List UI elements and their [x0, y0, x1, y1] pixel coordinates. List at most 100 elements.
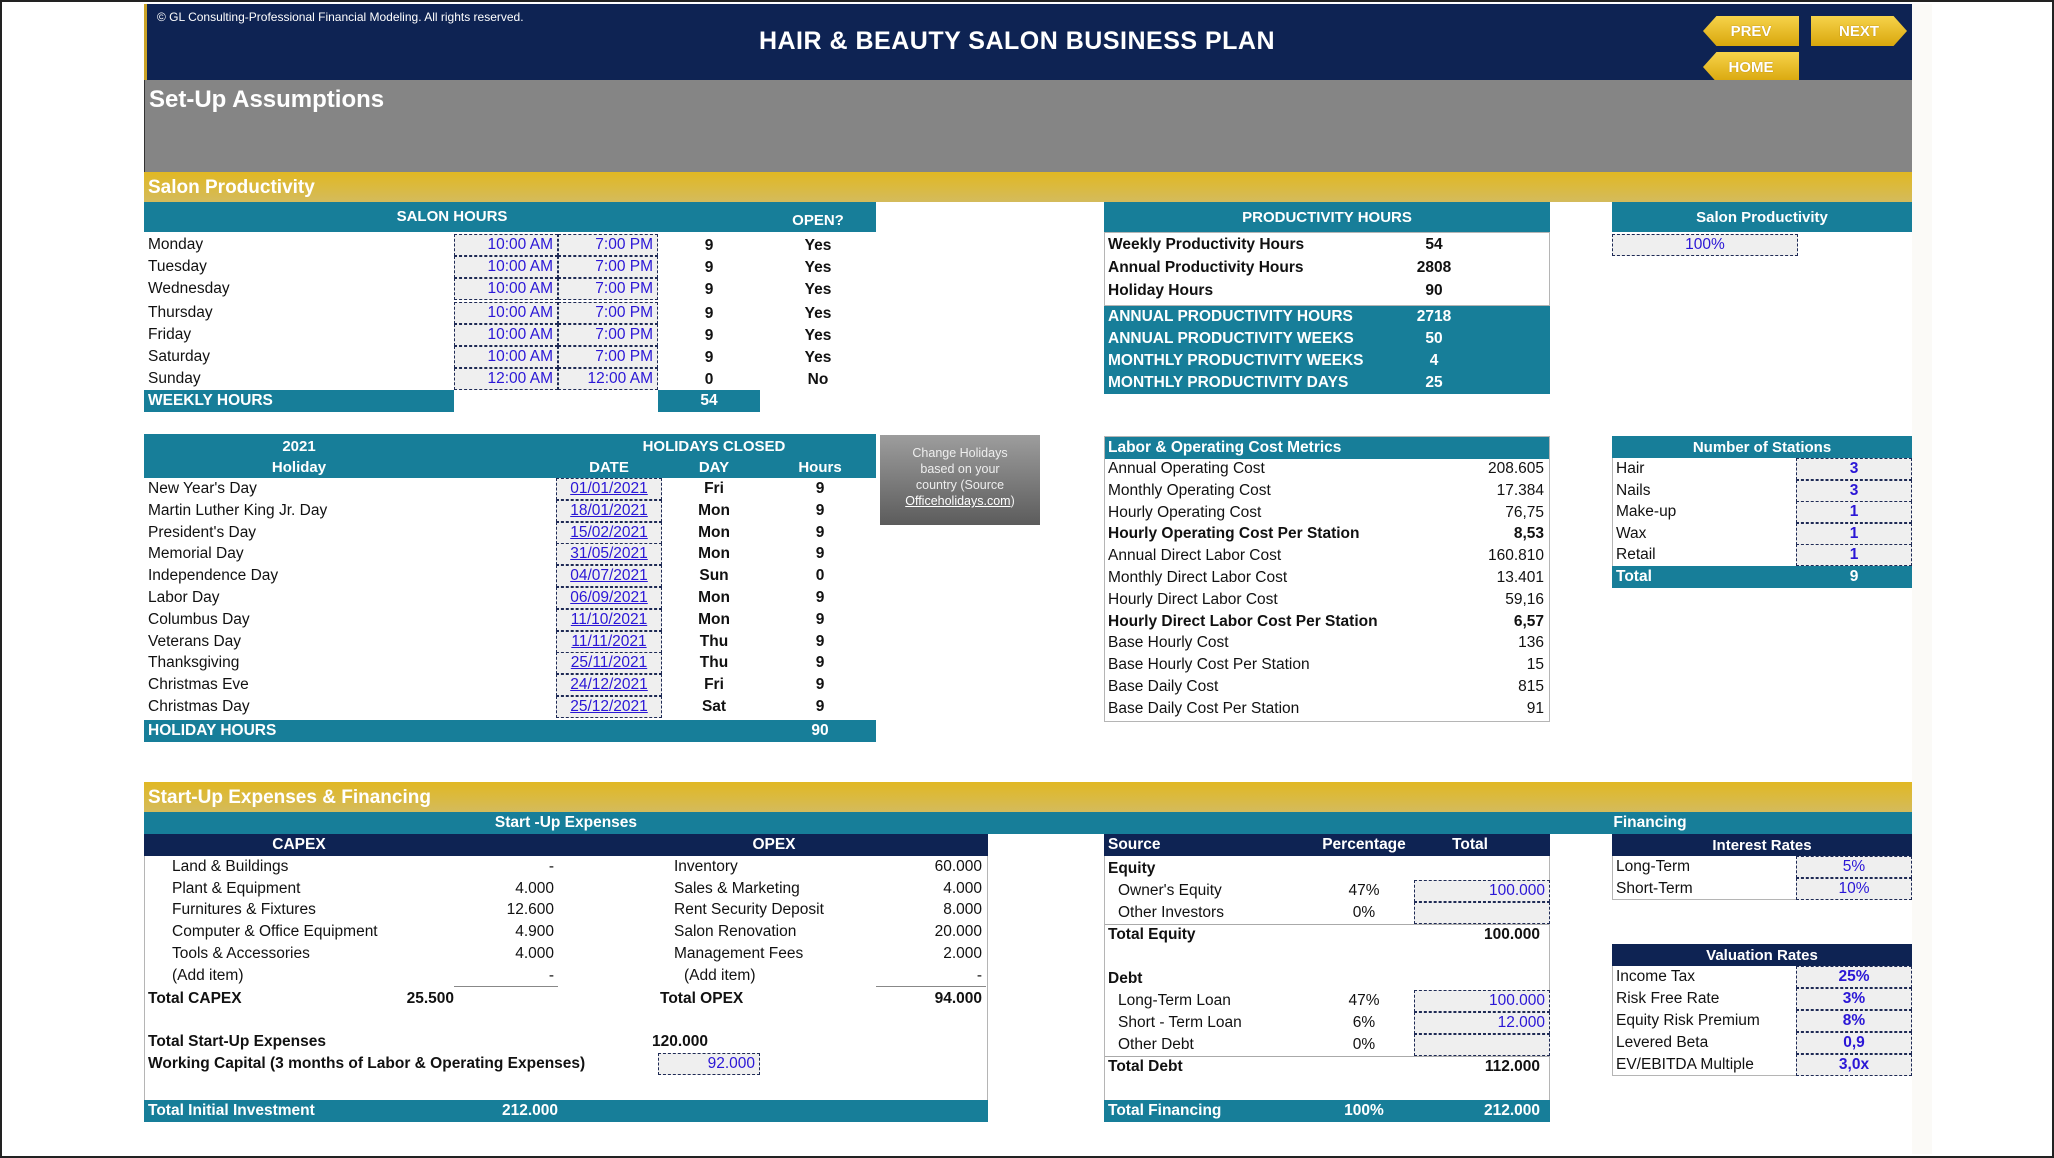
total-startup-row: Total Start-Up Expenses 120.000	[144, 1031, 988, 1053]
interest-rate-input[interactable]: 5%	[1796, 856, 1912, 878]
holiday-date-input[interactable]: 31/05/2021	[556, 543, 662, 566]
holiday-name: Labor Day	[148, 589, 220, 606]
holiday-name: Martin Luther King Jr. Day	[148, 501, 328, 519]
total-initial-value: 212.000	[501, 1102, 558, 1119]
close-time-input[interactable]: 7:00 PM	[558, 346, 658, 368]
station-label: Retail	[1616, 546, 1656, 564]
cost-metric-value: 15	[1526, 656, 1544, 674]
cost-metrics-header: Labor & Operating Cost Metrics	[1105, 437, 1549, 459]
cost-metric-value: 17.384	[1496, 481, 1544, 499]
total-capex-label: Total CAPEX	[148, 990, 242, 1007]
holiday-date-input[interactable]: 06/09/2021	[556, 587, 662, 609]
holiday-day: Mon	[698, 589, 730, 606]
productivity-label: Weekly Productivity Hours	[1108, 236, 1305, 253]
productivity-highlight-value: 2718	[1416, 308, 1452, 325]
holiday-date-input[interactable]: 04/07/2021	[556, 565, 662, 588]
close-time-input[interactable]: 7:00 PM	[558, 324, 658, 346]
holiday-date-input[interactable]: 15/02/2021	[556, 521, 662, 544]
next-button[interactable]: NEXT	[1811, 16, 1907, 46]
home-button[interactable]: HOME	[1703, 52, 1799, 82]
debt-group-row: Debt	[1104, 968, 1550, 990]
opex-item-value: 20.000	[934, 923, 982, 941]
open-status: Yes	[804, 305, 832, 322]
valuation-rate-input[interactable]: 3%	[1796, 988, 1912, 1010]
open-time-input[interactable]: 10:00 AM	[454, 302, 558, 324]
cost-metric-value: 91	[1526, 699, 1544, 717]
holiday-date-input[interactable]: 24/12/2021	[556, 674, 662, 697]
expenses-subheader: CAPEX OPEX	[144, 834, 988, 856]
holiday-date-input[interactable]: 11/10/2021	[556, 608, 662, 631]
holiday-name: Christmas Day	[148, 698, 250, 715]
equity-amount-input[interactable]	[1414, 902, 1550, 924]
equity-source-label: Owner's Equity	[1118, 882, 1222, 899]
salon-productivity-input[interactable]: 100%	[1612, 234, 1798, 256]
holiday-date-input[interactable]: 25/11/2021	[556, 652, 662, 675]
station-count-input[interactable]: 1	[1796, 544, 1912, 567]
opex-item-label: (Add item)	[684, 966, 756, 984]
close-time-input[interactable]: 7:00 PM	[558, 256, 658, 278]
sheet-margin	[1912, 4, 1932, 1154]
prev-button[interactable]: PREV	[1703, 16, 1799, 46]
capex-item-label: Furnitures & Fixtures	[172, 901, 316, 919]
working-capital-input[interactable]: 92.000	[658, 1053, 760, 1075]
equity-group-row: Equity	[1104, 858, 1550, 880]
opex-item-value: 4.000	[943, 879, 982, 897]
open-time-input[interactable]: 10:00 AM	[454, 346, 558, 368]
valuation-rate-input[interactable]: 0,9	[1796, 1032, 1912, 1054]
station-count-input[interactable]: 1	[1796, 522, 1912, 545]
opex-item-value: 60.000	[934, 858, 982, 875]
cost-metric-label: Base Daily Cost	[1108, 678, 1219, 695]
valuation-rate-input[interactable]: 25%	[1796, 966, 1912, 988]
valuation-rate-input[interactable]: 8%	[1796, 1010, 1912, 1032]
station-count-input[interactable]: 3	[1796, 479, 1912, 502]
station-count-input[interactable]: 1	[1796, 501, 1912, 524]
productivity-highlight-label: MONTHLY PRODUCTIVITY DAYS	[1108, 374, 1349, 391]
open-time-input[interactable]: 12:00 AM	[454, 368, 558, 390]
equity-amount-input[interactable]: 100.000	[1414, 880, 1550, 902]
holiday-day: Mon	[698, 523, 730, 541]
debt-amount-input[interactable]: 12.000	[1414, 1012, 1550, 1034]
open-time-input[interactable]: 10:00 AM	[454, 234, 558, 256]
capex-header: CAPEX	[272, 836, 326, 853]
close-time-input[interactable]: 7:00 PM	[558, 234, 658, 256]
open-time-input[interactable]: 10:00 AM	[454, 278, 558, 300]
day-label: Sunday	[148, 370, 201, 387]
change-holidays-button[interactable]: Change Holidays based on your country (S…	[880, 435, 1040, 525]
cost-metric-value: 59,16	[1505, 590, 1544, 608]
total-equity-label: Total Equity	[1108, 926, 1196, 943]
cost-metric-value: 76,75	[1505, 503, 1544, 521]
open-time-input[interactable]: 10:00 AM	[454, 256, 558, 278]
holiday-hours: 9	[815, 545, 825, 563]
interest-rate-input[interactable]: 10%	[1796, 878, 1912, 900]
day-hours: 9	[704, 281, 714, 298]
officeholidays-link[interactable]: Officeholidays.com	[905, 494, 1010, 508]
change-holidays-line3: country (Source	[915, 478, 1005, 492]
open-status: Yes	[804, 281, 832, 298]
open-status: Yes	[804, 259, 832, 276]
close-time-input[interactable]: 7:00 PM	[558, 302, 658, 324]
close-time-input[interactable]: 7:00 PM	[558, 278, 658, 300]
section-bar-startup: Start-Up Expenses & Financing	[144, 782, 1912, 812]
holiday-date-input[interactable]: 18/01/2021	[556, 499, 662, 522]
cost-metric-value: 136	[1518, 634, 1544, 652]
holiday-hours: 9	[815, 589, 825, 606]
cost-metric-label: Annual Direct Labor Cost	[1108, 547, 1282, 565]
opex-item-label: Salon Renovation	[674, 923, 797, 941]
debt-amount-input[interactable]: 100.000	[1414, 990, 1550, 1012]
day-label: Thursday	[148, 304, 213, 321]
holiday-day: Mon	[698, 501, 730, 519]
debt-amount-input[interactable]	[1414, 1034, 1550, 1056]
valuation-rate-label: Levered Beta	[1616, 1034, 1709, 1051]
station-count-input[interactable]: 3	[1796, 458, 1912, 480]
close-time-input[interactable]: 12:00 AM	[558, 368, 658, 390]
stations-header: Number of Stations	[1612, 436, 1912, 458]
holiday-date-input[interactable]: 01/01/2021	[556, 478, 662, 500]
valuation-rate-input[interactable]: 3,0x	[1796, 1054, 1912, 1076]
capex-item-value: 4.900	[515, 923, 554, 941]
equity-percentage: 0%	[1352, 904, 1376, 921]
holiday-date-input[interactable]: 25/12/2021	[556, 696, 662, 718]
open-time-input[interactable]: 10:00 AM	[454, 324, 558, 346]
productivity-highlight-label: MONTHLY PRODUCTIVITY WEEKS	[1108, 352, 1364, 369]
holiday-date-input[interactable]: 11/11/2021	[556, 630, 662, 653]
total-debt-label: Total Debt	[1108, 1058, 1183, 1075]
